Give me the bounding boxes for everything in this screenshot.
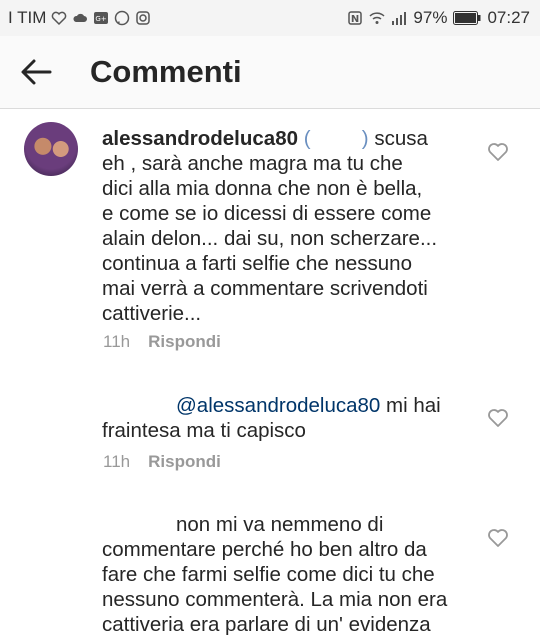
comment-text: scusa xyxy=(374,127,428,150)
app-header: Commenti xyxy=(0,36,540,109)
mention-link[interactable]: @alessandrodeluca80 xyxy=(176,394,380,417)
comment-2-meta: 11h Rispondi xyxy=(103,452,221,472)
comment-3-line-3: fare che farmi selfie come dici tu che xyxy=(102,563,435,586)
signal-icon xyxy=(392,12,407,25)
comment-1-line-4: e come se io dicessi di essere come xyxy=(102,202,432,225)
status-bar-left: I TIM G+ xyxy=(8,8,151,28)
wifi-icon xyxy=(369,12,385,24)
blurred-tag: ( ) xyxy=(303,127,369,150)
comment-time: 11h xyxy=(103,452,131,471)
nfc-icon: N xyxy=(348,11,363,25)
comment-username[interactable]: alessandrodeluca80 xyxy=(102,127,298,150)
comment-1-line-1: alessandrodeluca80 ( ) scusa xyxy=(102,126,428,151)
comment-2-line-1: @alessandrodeluca80 mi hai xyxy=(176,393,441,418)
comment-1-meta: 11h Rispondi xyxy=(103,332,221,352)
like-heart-icon[interactable] xyxy=(487,528,509,548)
reply-button[interactable]: Rispondi xyxy=(148,452,221,472)
back-arrow-icon[interactable] xyxy=(20,58,52,86)
page-title: Commenti xyxy=(90,54,242,89)
comment-2-line-2: fraintesa ma ti capisco xyxy=(102,419,306,442)
like-heart-icon[interactable] xyxy=(487,142,509,162)
comment-text: mi hai xyxy=(386,394,441,417)
reply-button[interactable]: Rispondi xyxy=(148,332,221,352)
status-bar-right: N 97% 07:27 xyxy=(347,8,530,28)
comment-1-line-2: eh , sarà anche magra ma tu che xyxy=(102,152,403,175)
comment-1-line-3: dici alla mia donna che non è bella, xyxy=(102,177,423,200)
comment-time: 11h xyxy=(103,332,131,351)
whatsapp-icon xyxy=(115,10,130,26)
health-heart-icon xyxy=(52,11,67,26)
comment-1-line-8: cattiverie... xyxy=(102,302,202,325)
comment-3-line-1: non mi va nemmeno di xyxy=(176,513,384,536)
battery-percent: 97% xyxy=(413,8,448,27)
comment-3-line-2: commentare perché ho ben altro da xyxy=(102,538,427,561)
battery-icon xyxy=(453,11,481,25)
comment-1-line-5: alain delon... dai su, non scherzare... xyxy=(102,227,438,250)
status-bar: I TIM G+ N 97% 07:27 xyxy=(0,0,540,36)
comment-3-line-5: cattiveria era parlare di un' evidenza xyxy=(102,613,431,636)
like-heart-icon[interactable] xyxy=(487,408,509,428)
cloud-icon xyxy=(73,13,88,22)
instagram-icon xyxy=(136,11,151,25)
avatar[interactable] xyxy=(24,122,78,176)
google-plus-icon: G+ xyxy=(94,12,109,24)
svg-text:G+: G+ xyxy=(96,15,107,23)
comment-3-line-4: nessuno commenterà. La mia non era xyxy=(102,588,448,611)
clock: 07:27 xyxy=(487,8,530,27)
comment-1-line-6: continua a farti selfie che nessuno xyxy=(102,252,412,275)
svg-text:N: N xyxy=(351,14,359,25)
carrier-label: I TIM xyxy=(8,8,47,27)
comment-1-line-7: mai verrà a commentare scrivendoti xyxy=(102,277,428,300)
